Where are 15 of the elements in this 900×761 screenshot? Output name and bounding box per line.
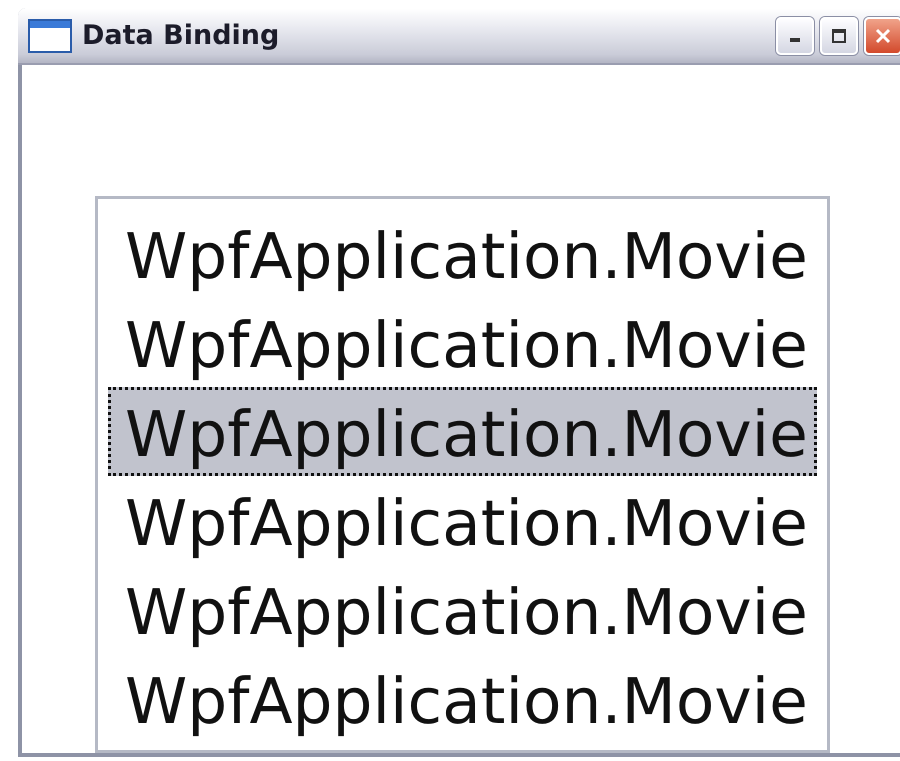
- window-icon: [28, 18, 72, 52]
- maximize-button[interactable]: [820, 16, 858, 54]
- list-box[interactable]: WpfApplication.Movie WpfApplication.Movie WpfApplication.Movie WpfApplication.Movie WpfApplication.Movie WpfApplication.Movie: [95, 196, 830, 753]
- close-button[interactable]: [864, 16, 900, 54]
- list-item[interactable]: WpfApplication.Movie: [108, 476, 817, 565]
- list-item[interactable]: WpfApplication.Movie: [108, 298, 817, 387]
- maximize-icon: [831, 28, 847, 44]
- list-item[interactable]: WpfApplication.Movie: [108, 654, 817, 743]
- minimize-button[interactable]: [776, 16, 814, 54]
- list-item[interactable]: WpfApplication.Movie: [108, 565, 817, 654]
- list-item[interactable]: WpfApplication.Movie: [108, 209, 817, 298]
- list-item[interactable]: WpfApplication.Movie: [108, 387, 817, 476]
- close-icon: [874, 26, 892, 44]
- window-title: Data Binding: [82, 20, 280, 51]
- minimize-icon: [790, 38, 800, 42]
